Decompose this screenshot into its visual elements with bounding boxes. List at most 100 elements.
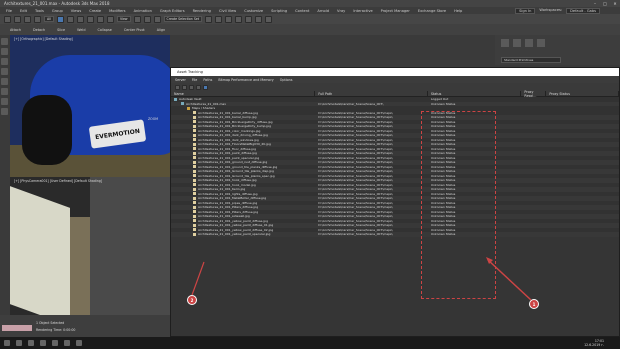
tool-icon[interactable] bbox=[1, 38, 8, 45]
rotate-icon[interactable] bbox=[96, 15, 104, 23]
viewport-top-label[interactable]: [+] [Orthographic] [Default Shading] bbox=[14, 37, 73, 41]
collapse-button[interactable]: Collapse bbox=[97, 28, 111, 32]
move-icon[interactable] bbox=[86, 15, 94, 23]
menu-customize[interactable]: Customize bbox=[244, 9, 263, 13]
start-icon[interactable] bbox=[4, 340, 10, 346]
menu-animation[interactable]: Animation bbox=[134, 9, 152, 13]
menu-project-manager[interactable]: Project Manager bbox=[381, 9, 410, 13]
tool-icon[interactable] bbox=[1, 88, 8, 95]
align-button[interactable]: Align bbox=[157, 28, 166, 32]
menu-file[interactable]: File bbox=[6, 9, 12, 13]
angle-snap-icon[interactable] bbox=[153, 15, 161, 23]
create-tab-icon[interactable] bbox=[501, 39, 509, 47]
mirror-icon[interactable] bbox=[205, 15, 213, 23]
menu-create[interactable]: Create bbox=[89, 9, 101, 13]
hierarchy-tab-icon[interactable] bbox=[525, 39, 533, 47]
material-editor-icon[interactable] bbox=[245, 15, 253, 23]
detach-button[interactable]: Detach bbox=[33, 28, 45, 32]
modify-tab-icon[interactable] bbox=[513, 39, 521, 47]
browser-icon[interactable] bbox=[52, 340, 58, 346]
search-icon[interactable] bbox=[16, 340, 22, 346]
refresh-icon[interactable] bbox=[175, 84, 180, 90]
col-status[interactable]: Status bbox=[428, 91, 522, 96]
asset-menu-options[interactable]: Options bbox=[280, 78, 293, 82]
link-icon[interactable] bbox=[24, 15, 31, 23]
menu-interactive[interactable]: Interactive bbox=[353, 9, 372, 13]
list-view-icon[interactable] bbox=[182, 84, 187, 90]
menu-edit[interactable]: Edit bbox=[20, 9, 27, 13]
tool-icon[interactable] bbox=[1, 78, 8, 85]
tool-icon[interactable] bbox=[1, 68, 8, 75]
highlight-icon[interactable] bbox=[203, 84, 208, 90]
scale-icon[interactable] bbox=[106, 15, 114, 23]
select-object-icon[interactable] bbox=[56, 15, 64, 23]
align-icon[interactable] bbox=[215, 15, 223, 23]
undo-icon[interactable] bbox=[4, 15, 11, 23]
selection-filter-select[interactable]: All bbox=[44, 16, 54, 22]
pivot-icon[interactable] bbox=[133, 15, 141, 23]
col-proxy-resolution[interactable]: Proxy Resol... bbox=[521, 90, 547, 98]
rectangular-selection-icon[interactable] bbox=[76, 15, 84, 23]
image-file-icon bbox=[193, 147, 196, 151]
app-icon[interactable] bbox=[76, 340, 82, 346]
asset-menu-paths[interactable]: Paths bbox=[203, 78, 212, 82]
table-view-icon[interactable] bbox=[196, 84, 201, 90]
car-tire bbox=[22, 95, 72, 165]
curve-editor-icon[interactable] bbox=[235, 15, 243, 23]
select-by-name-icon[interactable] bbox=[66, 15, 74, 23]
taskbar-clock[interactable]: 17:01 12.6.2019 г. bbox=[584, 339, 620, 347]
task-view-icon[interactable] bbox=[28, 340, 34, 346]
unlink-icon[interactable] bbox=[34, 15, 41, 23]
col-name[interactable]: Name bbox=[171, 91, 316, 96]
explorer-icon[interactable] bbox=[40, 340, 46, 346]
col-full-path[interactable]: Full Path bbox=[315, 91, 428, 96]
menu-arnold[interactable]: Arnold bbox=[317, 9, 329, 13]
redo-icon[interactable] bbox=[14, 15, 21, 23]
menu-civil-view[interactable]: Civil View bbox=[219, 9, 236, 13]
table-row[interactable]: Architextures_21_001_yellow_paint_specul… bbox=[171, 232, 619, 237]
tool-icon[interactable] bbox=[1, 58, 8, 65]
menu-graph-editors[interactable]: Graph Editors bbox=[160, 9, 185, 13]
slice-button[interactable]: Slice bbox=[57, 28, 65, 32]
tree-view-icon[interactable] bbox=[189, 84, 194, 90]
tool-icon[interactable] bbox=[1, 48, 8, 55]
viewport-bottom-label[interactable]: [+] [PhysCamera001] [User Defined] [Defa… bbox=[14, 179, 102, 183]
weld-button[interactable]: Weld bbox=[77, 28, 85, 32]
menu-exchange-store[interactable]: Exchange Store bbox=[418, 9, 446, 13]
layer-icon[interactable] bbox=[225, 15, 233, 23]
render-icon[interactable] bbox=[265, 15, 273, 23]
minimize-button[interactable]: – bbox=[590, 1, 600, 6]
render-setup-icon[interactable] bbox=[255, 15, 263, 23]
workspace-select[interactable]: Default - Gabs bbox=[566, 7, 600, 14]
close-button[interactable]: ✕ bbox=[610, 1, 620, 6]
tool-icon[interactable] bbox=[1, 98, 8, 105]
image-file-icon bbox=[193, 232, 196, 236]
menu-tools[interactable]: Tools bbox=[35, 9, 44, 13]
snap-icon[interactable] bbox=[143, 15, 151, 23]
menu-modifiers[interactable]: Modifiers bbox=[109, 9, 125, 13]
menu-vray[interactable]: Vray bbox=[337, 9, 345, 13]
sign-in-button[interactable]: Sign In bbox=[515, 7, 536, 14]
asset-menu-bitmap[interactable]: Bitmap Performance and Memory bbox=[218, 78, 273, 82]
3dsmax-icon[interactable] bbox=[64, 340, 70, 346]
tool-icon[interactable] bbox=[1, 108, 8, 115]
menu-views[interactable]: Views bbox=[71, 9, 81, 13]
primitives-select[interactable]: Standard Primitives bbox=[501, 57, 561, 63]
menu-help[interactable]: Help bbox=[454, 9, 462, 13]
center-pivot-button[interactable]: Center Pivot bbox=[124, 28, 145, 32]
menu-content[interactable]: Content bbox=[295, 9, 309, 13]
menu-scripting[interactable]: Scripting bbox=[271, 9, 287, 13]
viewport-bottom[interactable]: [+] [PhysCamera001] [User Defined] [Defa… bbox=[10, 177, 170, 315]
menu-group[interactable]: Group bbox=[52, 9, 63, 13]
attach-button[interactable]: Attach bbox=[10, 28, 21, 32]
menu-rendering[interactable]: Rendering bbox=[193, 9, 211, 13]
viewport-top[interactable]: EVERMOTION [+] [Orthographic] [Default S… bbox=[10, 35, 170, 177]
motion-tab-icon[interactable] bbox=[537, 39, 545, 47]
maximize-button[interactable]: □ bbox=[600, 1, 610, 6]
maxscript-listener[interactable] bbox=[2, 325, 32, 331]
asset-menu-file[interactable]: File bbox=[192, 78, 198, 82]
reference-coordinate-select[interactable]: View bbox=[116, 16, 131, 22]
col-proxy-status[interactable]: Proxy Status bbox=[546, 91, 619, 96]
asset-menu-server[interactable]: Server bbox=[175, 78, 186, 82]
selection-set-select[interactable]: Create Selection Set bbox=[163, 16, 203, 22]
